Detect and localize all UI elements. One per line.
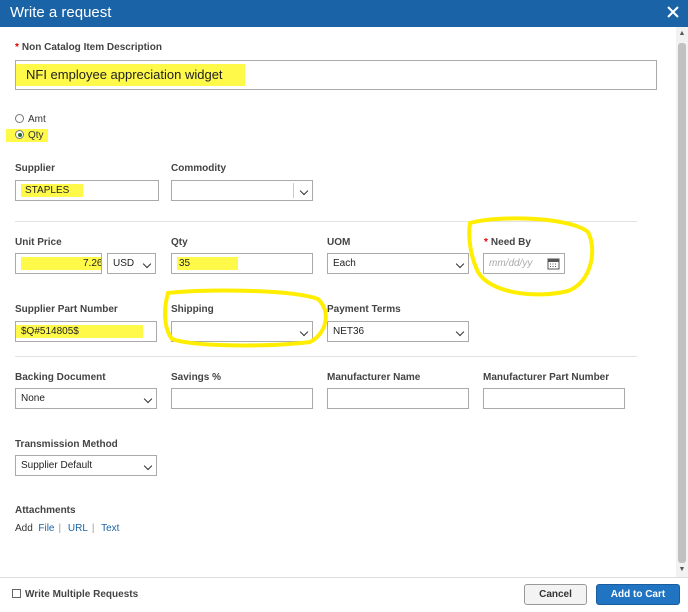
chevron-down-icon [142,259,152,269]
shipping-select[interactable] [171,321,313,342]
backing-document-label: Backing Document [15,372,106,383]
dialog-title: Write a request [10,4,112,21]
shipping-label: Shipping [171,304,214,315]
supplier-value: STAPLES [21,184,84,197]
currency-select[interactable]: USD [107,253,156,274]
amt-radio[interactable]: Amt [15,114,46,125]
qty-value: 35 [177,257,239,270]
qty-input[interactable]: 35 [171,253,313,274]
cancel-button[interactable]: Cancel [524,584,587,605]
radio-circle-selected [15,130,24,139]
chevron-down-icon [299,327,309,337]
description-label: * Non Catalog Item Description [15,42,162,53]
backing-document-select[interactable]: None [15,388,157,409]
write-multiple-checkbox[interactable]: Write Multiple Requests [12,589,138,600]
divider [15,221,637,222]
supplier-part-value: $Q#514805$ [16,325,143,338]
add-to-cart-button[interactable]: Add to Cart [596,584,680,605]
chevron-down-icon [299,186,309,196]
attachment-links: Add File | URL | Text [15,523,120,534]
attach-text-link[interactable]: Text [101,523,119,534]
manufacturer-part-label: Manufacturer Part Number [483,372,610,383]
attach-file-link[interactable]: File [38,523,54,534]
uom-label: UOM [327,237,351,248]
chevron-down-icon [143,461,153,471]
unit-price-value: 7.26 [21,257,101,270]
savings-label: Savings % [171,372,222,383]
commodity-label: Commodity [171,163,226,174]
radio-circle [15,114,24,123]
manufacturer-name-label: Manufacturer Name [327,372,421,383]
attach-url-link[interactable]: URL [68,523,88,534]
chevron-down-icon [143,394,153,404]
supplier-label: Supplier [15,163,56,174]
unit-price-label: Unit Price [15,237,62,248]
dialog-title-bar: Write a request [0,0,688,27]
qty-radio[interactable]: Qty [6,129,48,142]
supplier-part-input[interactable]: $Q#514805$ [15,321,157,342]
unit-price-input[interactable]: 7.26 [15,253,102,274]
scroll-down-icon[interactable]: ▼ [678,566,686,574]
commodity-select[interactable] [171,180,313,201]
savings-input[interactable] [171,388,313,409]
scroll-up-icon[interactable]: ▲ [678,30,686,38]
manufacturer-name-input[interactable] [327,388,469,409]
description-value: NFI employee appreciation widget [16,64,245,86]
divider [15,356,637,357]
scrollbar[interactable]: ▲ ▼ [676,27,688,577]
transmission-select[interactable]: Supplier Default [15,455,157,476]
need-by-input[interactable]: mm/dd/yy [483,253,565,274]
payment-terms-label: Payment Terms [327,304,401,315]
uom-select[interactable]: Each [327,253,469,274]
annotation-marks [163,216,595,348]
close-icon[interactable] [664,3,682,21]
manufacturer-part-input[interactable] [483,388,625,409]
calendar-icon[interactable] [547,257,560,270]
description-input[interactable]: NFI employee appreciation widget [15,60,657,90]
checkbox-box [12,589,21,598]
chevron-down-icon [455,259,465,269]
dialog-footer: Write Multiple Requests Cancel Add to Ca… [0,577,688,612]
transmission-label: Transmission Method [15,439,118,450]
supplier-input[interactable]: STAPLES [15,180,159,201]
supplier-part-label: Supplier Part Number [15,304,118,315]
chevron-down-icon [455,327,465,337]
payment-terms-select[interactable]: NET36 [327,321,469,342]
qty-label: Qty [171,237,188,248]
attachments-label: Attachments [15,505,76,516]
form-body: * Non Catalog Item Description NFI employ… [0,27,676,577]
scroll-thumb[interactable] [678,43,686,563]
need-by-label: * Need By [484,237,531,248]
